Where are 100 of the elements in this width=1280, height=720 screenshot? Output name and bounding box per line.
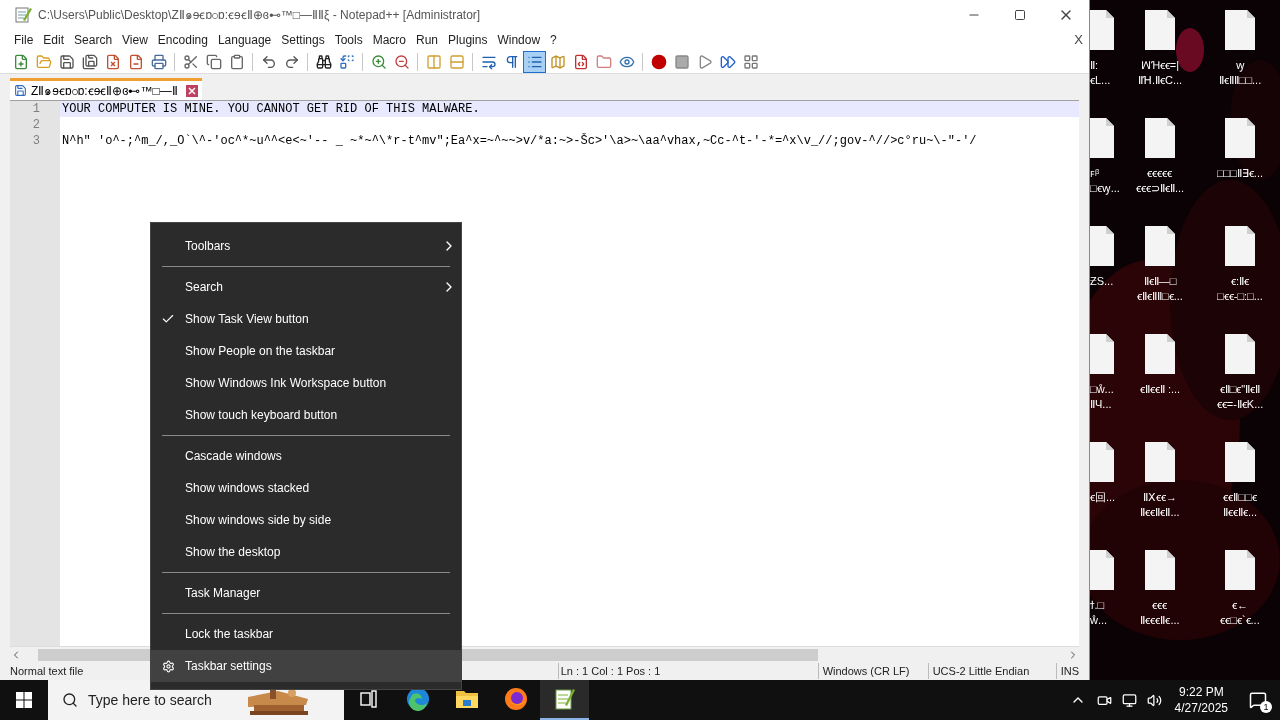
close-document-button[interactable]: X [1068, 30, 1089, 50]
file-label: ꞓ:Ⅱꞓ [1230, 274, 1249, 289]
file-label: □□□Ⅱ∃ꞓ... [1216, 166, 1264, 181]
list-icon[interactable] [523, 50, 546, 73]
file-label: ꞓ回... [1090, 490, 1116, 505]
document-icon[interactable] [1225, 226, 1255, 266]
document-icon[interactable] [1145, 334, 1175, 374]
document-icon[interactable] [1225, 118, 1255, 158]
notification-count: 1 [1260, 701, 1272, 713]
menu-item[interactable]: Macro [367, 30, 411, 50]
document-icon[interactable] [1145, 118, 1175, 158]
file-label: □ẘ... [1090, 382, 1114, 397]
window-title: C:\Users\Public\Desktop\ZⅡ๑ɘꞓɒ၀ɒ:ꞓɘꞓⅡ⊕ɞ⊷™□—ⅡⅡξ - Notepad++ [Administrator] [38, 7, 481, 24]
file-label: ꞓL... [1090, 73, 1111, 88]
file-label: ⅡꞓⅡⅡ□□... [1218, 73, 1262, 88]
document-icon[interactable] [1090, 550, 1114, 590]
menu-item[interactable]: Toolbars [151, 230, 461, 262]
document-icon[interactable] [1145, 550, 1175, 590]
status-text: Normal text file [10, 663, 84, 679]
menu-item[interactable]: Show the desktop [151, 536, 461, 568]
document-icon[interactable] [1145, 442, 1175, 482]
document-icon[interactable] [1090, 442, 1114, 482]
menu-item[interactable]: Show windows side by side [151, 504, 461, 536]
file-label: ꞓꞓ=-ⅡꞓK... [1216, 397, 1264, 412]
clock[interactable]: 9:22 PM 4/27/2025 [1166, 684, 1236, 716]
file-label: ƵS... [1090, 274, 1114, 289]
save-icon [14, 84, 27, 97]
document-icon[interactable] [1225, 10, 1255, 50]
menu-item[interactable]: Window [492, 30, 546, 50]
menu-item[interactable]: Show windows stacked [151, 472, 461, 504]
file-label: ⅡꞓꞓꞓⅡꞓ... [1140, 613, 1180, 628]
menu-item[interactable]: Show Task View button [151, 303, 461, 335]
menu-item[interactable]: Search [151, 271, 461, 303]
notification-button[interactable]: 1 [1236, 680, 1280, 720]
file-label: ⅡꞓꞓⅡꞓⅡ... [1140, 505, 1180, 520]
menu-item[interactable]: Plugins [443, 30, 493, 50]
document-icon[interactable] [1225, 334, 1255, 374]
menu-item[interactable]: Run [411, 30, 444, 50]
status-text: UCS-2 Little Endian [927, 662, 1056, 680]
file-label: ꞓⅡ□ꞓ"ⅡꞓⅡ [1219, 382, 1261, 397]
code-line: YOUR COMPUTER IS MINE. YOU CANNOT GET RID OF THIS MALWARE. [62, 101, 480, 117]
settings-icon [161, 659, 175, 673]
file-label: ꞓꞓꞓ⊃ⅡꞓⅡ... [1135, 181, 1185, 196]
tab-close-icon[interactable] [185, 84, 198, 97]
file-label: ꞓꞓⅡ□□ꞓ [1223, 490, 1257, 505]
file-label: ꝡ [1235, 58, 1245, 73]
document-icon[interactable] [1225, 550, 1255, 590]
taskbar-app-button[interactable] [540, 680, 589, 720]
search-field[interactable]: Type here to search [88, 689, 238, 711]
check-icon [161, 312, 175, 326]
notepad-icon [553, 687, 576, 711]
document-icon[interactable] [1225, 442, 1255, 482]
file-label: ⅡꞓⅡ—□ [1143, 274, 1177, 289]
menu-item[interactable]: Show touch keyboard button [151, 399, 461, 431]
status-text: Windows (CR LF) [817, 662, 928, 680]
menu-item[interactable]: File [9, 30, 39, 50]
maximize-icon [1014, 9, 1026, 21]
document-icon[interactable] [1090, 334, 1114, 374]
file-label: □ꞓꝡ... [1090, 181, 1120, 196]
menu-item[interactable]: Search [69, 30, 118, 50]
file-label: ꞓ← [1232, 598, 1248, 613]
file-label: ẘ... [1090, 613, 1108, 628]
status-text: INS [1055, 662, 1079, 680]
document-icon[interactable] [1090, 10, 1114, 50]
folder-icon [454, 688, 479, 710]
menu-item[interactable]: Language [212, 30, 277, 50]
menu-item[interactable]: Encoding [152, 30, 213, 50]
file-label: ⅡꞪ.ⅡꞓC... [1137, 73, 1183, 88]
menu-item[interactable]: Tools [329, 30, 368, 50]
line-number: 1 [31, 101, 41, 117]
file-label: ϯ.□ [1090, 598, 1105, 613]
code-line: N^h" 'o^-;^m_/,_O`\^-'oc^*~u^^<e<~'-- _ ~*~^\*r-t^mv";Ea^x=~^~~>v/*a:~>-Šc>'\a>~\aa^vhax,~Cc-^t-'-*=^x\v_//;gov-^//>c°ru~\-"-'/ [62, 133, 977, 149]
file-label: ꞓꞓꞓꞓꞓ [1147, 166, 1173, 181]
document-icon[interactable] [1090, 118, 1114, 158]
menu-item[interactable]: ? [545, 30, 562, 50]
notification-icon [1249, 691, 1267, 709]
document-icon[interactable] [1145, 10, 1175, 50]
menu-item[interactable]: Taskbar settings [151, 650, 461, 682]
menu-item[interactable]: Settings [276, 30, 330, 50]
file-label: ꞓⅡꞓꞓⅡ :... [1139, 382, 1181, 397]
menu-item[interactable]: Lock the taskbar [151, 618, 461, 650]
menu-item[interactable]: Show Windows Ink Workspace button [151, 367, 461, 399]
document-tab[interactable]: ZⅡ๑ɘꞓɒ၀ɒ:ꞓɘꞓⅡ⊕ɞ⊷™□—Ⅱ [10, 78, 202, 100]
volume-icon[interactable] [1146, 692, 1162, 708]
document-icon[interactable] [1145, 226, 1175, 266]
menu-item[interactable]: Task Manager [151, 577, 461, 609]
file-label: Ⅱ: [1090, 58, 1099, 73]
line-number: 3 [31, 133, 41, 149]
file-label: ꟽꞪꞓꞓ=| [1140, 58, 1180, 73]
search-icon [62, 692, 78, 708]
file-label: ꜰᵝ [1090, 166, 1100, 181]
menu-item[interactable]: Cascade windows [151, 440, 461, 472]
document-icon[interactable] [1090, 226, 1114, 266]
file-label: ꞓⅡꞓⅡⅡ□ꞓ... [1137, 289, 1183, 304]
file-label: ⅡЧ... [1090, 397, 1112, 412]
menu-item[interactable]: Show People on the taskbar [151, 335, 461, 367]
menu-item[interactable]: View [117, 30, 153, 50]
network-icon[interactable] [1121, 692, 1137, 708]
menu-item[interactable]: Edit [38, 30, 70, 50]
file-label: ⅡⅩꞓꞓ→ [1143, 490, 1177, 505]
